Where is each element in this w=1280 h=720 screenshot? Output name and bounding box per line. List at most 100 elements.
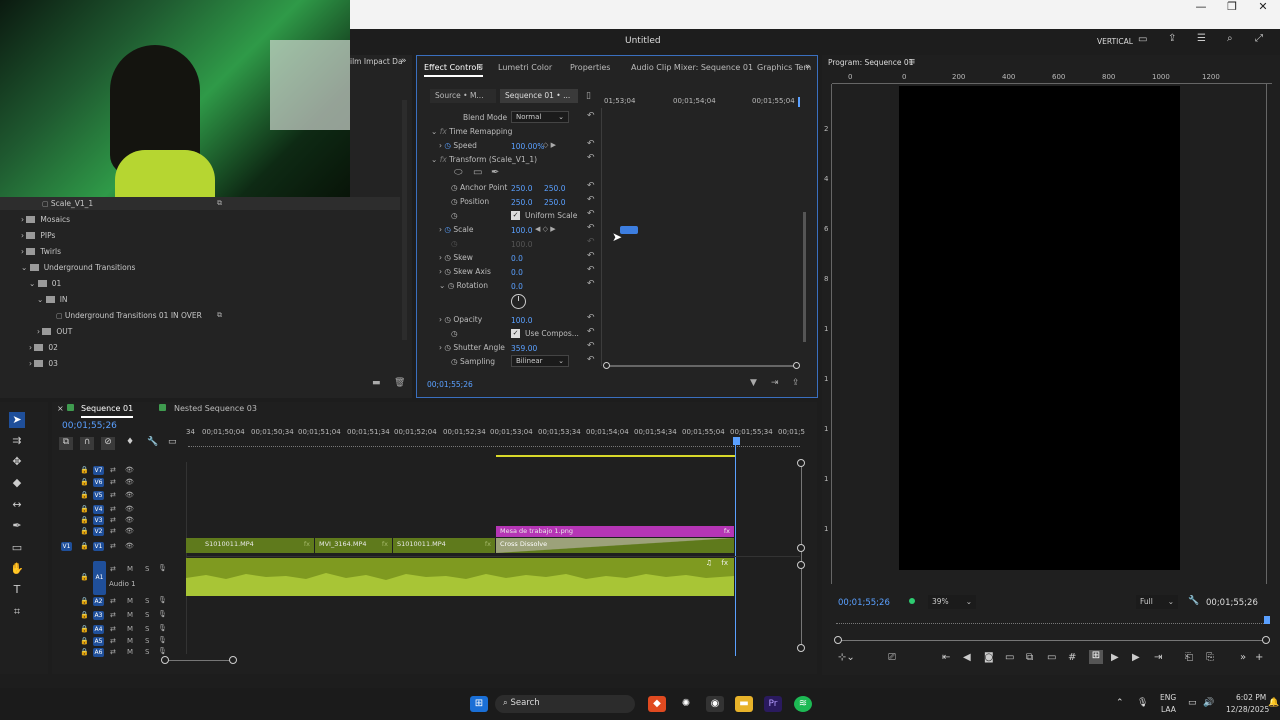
sync-lock-icon[interactable]: ⇄	[110, 516, 116, 524]
safe-margins-icon[interactable]: ▭	[1005, 652, 1014, 663]
lock-icon[interactable]: 🔒	[80, 527, 89, 535]
chevron-right-icon[interactable]: ›	[439, 141, 442, 150]
rectangle-mask-icon[interactable]: ▭	[473, 167, 482, 178]
reset-icon[interactable]: ↶	[587, 153, 595, 163]
eye-icon[interactable]: 👁	[125, 491, 134, 499]
minimize-button[interactable]: —	[1186, 0, 1216, 14]
more-tabs-icon[interactable]: »	[805, 62, 811, 72]
panel-icon[interactable]: ▭	[1138, 34, 1147, 45]
shutter-angle-value[interactable]: 359.00	[511, 344, 537, 353]
step-forward-icon[interactable]: ⇥	[1154, 652, 1162, 663]
play-icon[interactable]: ▶	[1132, 652, 1140, 663]
mute-button[interactable]: M	[127, 611, 133, 619]
scale-value[interactable]: 100.0	[511, 226, 532, 235]
selection-tool-icon[interactable]: ➤	[9, 412, 25, 428]
opacity-value[interactable]: 100.0	[511, 316, 532, 325]
lift-icon[interactable]: ⎗	[1185, 652, 1193, 663]
lock-icon[interactable]: 🔒	[80, 491, 89, 499]
mark-in-icon[interactable]: ⇤	[942, 652, 950, 663]
monitor-zoom-handle-right[interactable]	[1262, 636, 1270, 644]
share-icon[interactable]: ⇪	[1168, 33, 1176, 44]
project-scrollbar[interactable]	[402, 100, 407, 340]
vscroll-handle[interactable]	[797, 644, 805, 652]
vscroll-handle[interactable]	[797, 544, 805, 552]
reset-icon[interactable]: ↶	[587, 279, 595, 289]
razor-tool-icon[interactable]: ◆	[9, 475, 25, 491]
add-button-icon[interactable]: +	[1255, 652, 1263, 663]
use-composition-checkbox[interactable]: ✓	[511, 329, 520, 338]
more-buttons-icon[interactable]: »	[1240, 652, 1246, 663]
extract-icon[interactable]: ⎚	[888, 652, 896, 663]
stopwatch-icon[interactable]: ◷	[444, 225, 451, 234]
track-v4[interactable]: V4	[93, 505, 104, 514]
hscroll-handle-right[interactable]	[229, 656, 237, 664]
time-remapping-row[interactable]: ⌄ fx Time Remapping	[431, 127, 512, 136]
monitor-zoom-bar[interactable]	[838, 640, 1266, 641]
microphone-icon[interactable]: 🎙	[158, 647, 167, 655]
stopwatch-icon[interactable]: ◷	[444, 141, 451, 150]
mute-button[interactable]: M	[127, 597, 133, 605]
eye-icon[interactable]: 👁	[125, 542, 134, 550]
eye-icon[interactable]: 👁	[125, 516, 134, 524]
ec-scrollbar[interactable]	[803, 212, 806, 342]
reset-icon[interactable]: ↶	[587, 327, 595, 337]
track-v1[interactable]: V1	[93, 542, 104, 551]
reset-icon[interactable]: ↶	[587, 265, 595, 275]
stopwatch-icon[interactable]: ◷	[444, 343, 451, 352]
keyframe-marker[interactable]	[620, 226, 638, 234]
sync-lock-icon[interactable]: ⇄	[110, 648, 116, 656]
toggle-timeline-icon[interactable]: ▯	[586, 91, 591, 101]
sequence-clip-selector[interactable]: Sequence 01 • ...	[500, 89, 578, 103]
ec-zoom-handle-left[interactable]	[603, 362, 610, 369]
chevron-right-icon[interactable]: ›	[439, 225, 442, 234]
tab-sequence-01[interactable]: Sequence 01	[81, 404, 134, 418]
delete-icon[interactable]: 🗑	[394, 378, 405, 388]
graphic-clip[interactable]: Mesa de trabajo 1.png fx	[496, 526, 734, 537]
lock-icon[interactable]: 🔒	[80, 597, 89, 605]
eye-icon[interactable]: 👁	[125, 466, 134, 474]
lock-icon[interactable]: 🔒	[80, 625, 89, 633]
ec-current-time[interactable]: 00;01;55;26	[427, 380, 473, 389]
position-y-value[interactable]: 250.0	[544, 198, 565, 207]
close-button[interactable]: ✕	[1248, 0, 1278, 14]
microphone-icon[interactable]: 🎙	[1137, 698, 1148, 708]
wrench-icon[interactable]: 🔧	[147, 437, 158, 447]
timeline-vscroll[interactable]	[801, 462, 802, 648]
stopwatch-icon[interactable]: ◷	[444, 253, 451, 262]
sync-lock-icon[interactable]: ⇄	[110, 466, 116, 474]
position-x-value[interactable]: 250.0	[511, 198, 532, 207]
tab-nested-sequence-03[interactable]: Nested Sequence 03	[174, 404, 257, 413]
marker-icon[interactable]: ⊹⌄	[838, 652, 855, 663]
cross-dissolve-transition[interactable]: Cross Dissolve	[496, 538, 734, 553]
ec-zoom-handle-right[interactable]	[793, 362, 800, 369]
blend-mode-dropdown[interactable]: Normal ⌄	[511, 111, 569, 123]
lock-icon[interactable]: 🔒	[80, 466, 89, 474]
lock-icon[interactable]: 🔒	[80, 573, 89, 581]
program-timecode[interactable]: 00;01;55;26	[838, 598, 890, 608]
notification-icon[interactable]: 🔔	[1268, 698, 1279, 708]
hand-tool-icon[interactable]: ✋	[9, 561, 25, 577]
pen-tool-icon[interactable]: ✒	[9, 518, 25, 534]
ellipse-mask-icon[interactable]: ⬭	[454, 167, 463, 178]
stopwatch-icon[interactable]: ◷	[444, 267, 451, 276]
monitor-zoom-handle-left[interactable]	[834, 636, 842, 644]
filter-icon[interactable]: ▼	[750, 378, 757, 388]
microphone-icon[interactable]: 🎙	[158, 610, 167, 618]
microphone-icon[interactable]: 🎙	[158, 624, 167, 632]
vscroll-handle[interactable]	[797, 561, 805, 569]
search-icon[interactable]: ⌕	[1227, 33, 1233, 44]
anchor-x-value[interactable]: 250.0	[511, 184, 532, 193]
solo-button[interactable]: S	[145, 611, 149, 619]
sync-lock-icon[interactable]: ⇄	[110, 478, 116, 486]
ec-zoom-bar[interactable]	[606, 365, 797, 367]
loop-icon[interactable]: ⊞	[1089, 650, 1103, 664]
keyframe-nav-icon[interactable]: ◀ ◇ ▶	[535, 225, 556, 233]
reset-icon[interactable]: ↶	[587, 223, 595, 233]
sync-lock-icon[interactable]: ⇄	[110, 542, 116, 550]
project-folder-03[interactable]: › 03	[29, 359, 58, 368]
reset-icon[interactable]: ↶	[587, 251, 595, 261]
clock-time[interactable]: 6:02 PM	[1236, 693, 1266, 702]
hscroll-handle-left[interactable]	[161, 656, 169, 664]
track-v5[interactable]: V5	[93, 491, 104, 500]
sync-lock-icon[interactable]: ⇄	[110, 491, 116, 499]
